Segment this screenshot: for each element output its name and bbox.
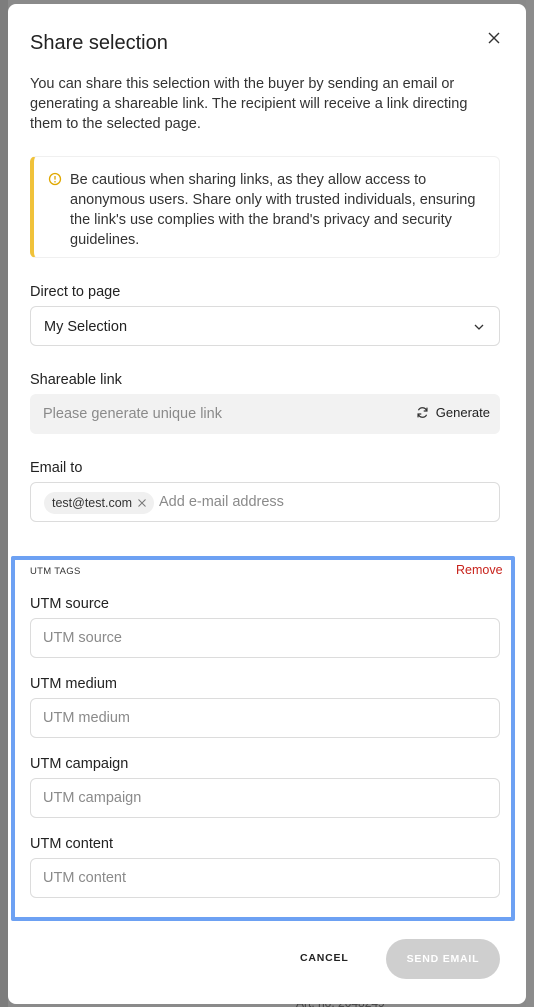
email-chip-label: test@test.com — [52, 496, 133, 510]
shareable-link-input[interactable] — [30, 394, 400, 434]
backdrop-left — [0, 0, 8, 1007]
email-to-label: Email to — [30, 460, 83, 476]
intro-text: You can share this selection with the bu… — [30, 76, 468, 132]
chevron-down-icon — [474, 324, 484, 330]
shareable-link-field: Generate — [30, 394, 500, 434]
utm-source-input[interactable] — [30, 618, 500, 658]
email-to-field: test@test.com — [30, 482, 500, 522]
utm-remove-link[interactable]: Remove — [456, 563, 503, 577]
utm-content-input[interactable] — [30, 858, 500, 898]
share-selection-modal: Share selection You can share this selec… — [8, 4, 526, 1004]
close-icon — [488, 32, 500, 44]
utm-campaign-label: UTM campaign — [30, 756, 129, 772]
refresh-icon — [417, 407, 428, 418]
utm-content-label: UTM content — [30, 836, 113, 852]
direct-to-page-label: Direct to page — [30, 284, 121, 300]
cancel-button[interactable]: CANCEL — [300, 952, 349, 964]
remove-chip-icon[interactable] — [138, 499, 146, 507]
generate-label: Generate — [435, 405, 490, 420]
modal-title: Share selection — [30, 32, 168, 54]
direct-to-page-select[interactable]: My Selection — [30, 306, 500, 346]
direct-to-page-value: My Selection — [44, 319, 128, 335]
utm-tags-title: UTM TAGS — [30, 566, 81, 577]
generate-button[interactable]: Generate — [416, 405, 490, 420]
send-email-button[interactable]: SEND EMAIL — [386, 939, 500, 979]
close-button[interactable] — [482, 26, 506, 50]
shareable-link-label: Shareable link — [30, 372, 122, 388]
warning-circle-icon — [48, 172, 62, 186]
caution-alert: Be cautious when sharing links, as they … — [30, 156, 500, 258]
utm-medium-label: UTM medium — [30, 676, 118, 692]
utm-source-label: UTM source — [30, 596, 109, 612]
email-input[interactable] — [159, 483, 489, 521]
alert-text: Be cautious when sharing links, as they … — [70, 172, 476, 248]
backdrop-right — [526, 0, 534, 1007]
email-chip: test@test.com — [44, 492, 155, 514]
utm-campaign-input[interactable] — [30, 778, 500, 818]
utm-medium-input[interactable] — [30, 698, 500, 738]
